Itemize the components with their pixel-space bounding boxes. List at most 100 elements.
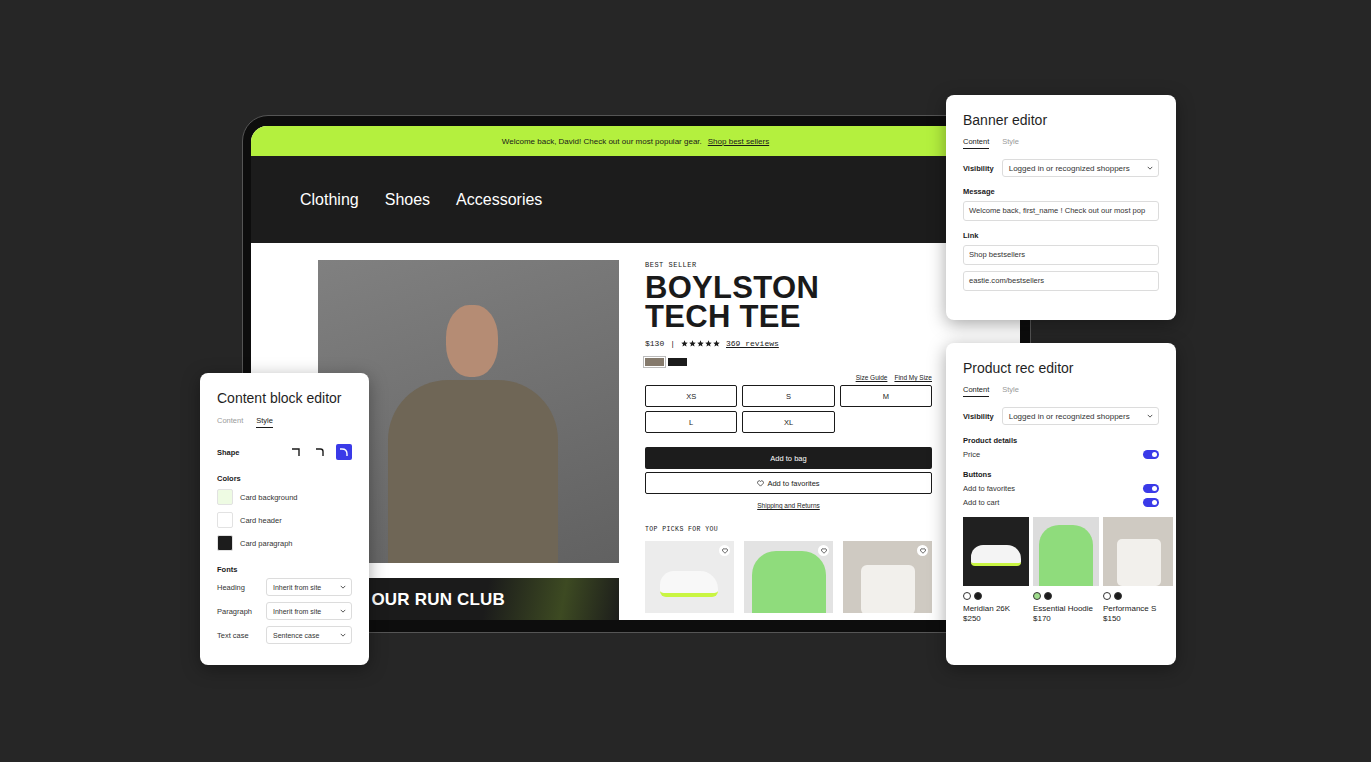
- link-field[interactable]: eastie.com/bestsellers: [963, 271, 1159, 291]
- nav-item[interactable]: Clothing: [300, 191, 359, 209]
- size-option[interactable]: S: [742, 385, 834, 407]
- color-swatch[interactable]: [645, 358, 664, 366]
- color-row[interactable]: Card background: [217, 489, 352, 505]
- swatch-dot[interactable]: [1114, 592, 1122, 600]
- shape-option[interactable]: [336, 444, 352, 460]
- tab[interactable]: Style: [1002, 385, 1019, 397]
- size-option[interactable]: XL: [742, 411, 834, 433]
- font-row: Heading Inherit from site: [217, 578, 352, 596]
- nav-item[interactable]: Accessories: [456, 191, 542, 209]
- product-title: BOYLSTON TECH TEE: [645, 273, 870, 331]
- font-select[interactable]: Inherit from site: [266, 578, 352, 596]
- colors-label: Colors: [217, 474, 352, 483]
- toggle-switch[interactable]: [1143, 498, 1159, 507]
- tabs: Content Style: [963, 137, 1159, 149]
- banner-editor: Banner editor Content Style Visibility Logge…: [946, 95, 1176, 320]
- favorite-button[interactable]: [818, 545, 829, 556]
- color-row[interactable]: Card header: [217, 512, 352, 528]
- panel-title: Banner editor: [963, 112, 1159, 129]
- favorite-button[interactable]: [719, 545, 730, 556]
- size-option[interactable]: M: [840, 385, 932, 407]
- corner-icon: [339, 447, 349, 457]
- add-to-bag-button[interactable]: Add to bag: [645, 447, 932, 469]
- banner-link[interactable]: Shop best sellers: [708, 137, 769, 146]
- add-to-favorites-button[interactable]: Add to favorites: [645, 472, 932, 494]
- toggle-group: Product detailsPrice: [963, 436, 1159, 459]
- visibility-row: Visibility Logged in or recognized shoppe…: [963, 159, 1159, 177]
- chevron-down-icon: [1147, 414, 1153, 418]
- color-box[interactable]: [217, 535, 233, 551]
- product-photo: [1033, 517, 1099, 586]
- best-seller-label: BEST SELLER: [645, 261, 932, 269]
- toggle-switch[interactable]: [1143, 484, 1159, 493]
- size-option[interactable]: XS: [645, 385, 737, 407]
- tab[interactable]: Content: [963, 385, 989, 397]
- size-option[interactable]: L: [645, 411, 737, 433]
- shape-option[interactable]: [288, 444, 304, 460]
- color-box[interactable]: [217, 512, 233, 528]
- font-row: ParagraphInherit from site: [217, 602, 352, 620]
- main-nav: Clothing Shoes Accessories: [251, 156, 1020, 243]
- pick-photo: [752, 551, 826, 613]
- favorite-button[interactable]: [917, 545, 928, 556]
- panel-title: Content block editor: [217, 390, 352, 407]
- font-select[interactable]: Inherit from site: [266, 602, 352, 620]
- tab[interactable]: Content: [963, 137, 989, 149]
- toggle-knob: [1152, 486, 1157, 491]
- product-shape: [1117, 539, 1161, 586]
- message-field[interactable]: Welcome back, first_name ! Check out our…: [963, 201, 1159, 221]
- color-box[interactable]: [217, 489, 233, 505]
- toggle-row: Price: [963, 450, 1159, 459]
- color-label: Card header: [240, 516, 282, 525]
- swatch-dot[interactable]: [1033, 592, 1041, 600]
- toggle-knob: [1152, 500, 1157, 505]
- star-icon: [689, 340, 696, 347]
- price: $130: [645, 339, 664, 348]
- star-icon: [681, 340, 688, 347]
- product-price: $150: [1103, 614, 1173, 623]
- product-card[interactable]: Meridian 26K$250: [963, 517, 1029, 623]
- toggle-switch[interactable]: [1143, 450, 1159, 459]
- product-details: BEST SELLERBOYLSTON TECH TEE$130|369 rev…: [645, 260, 932, 620]
- shape-row: Shape: [217, 444, 352, 460]
- tab[interactable]: Style: [1002, 137, 1019, 149]
- color-swatch[interactable]: [668, 358, 687, 366]
- font-select[interactable]: Sentence case: [266, 626, 352, 644]
- pick-card[interactable]: [744, 541, 833, 613]
- size-links: Size Guide Find My Size: [645, 374, 932, 381]
- nav-item[interactable]: Shoes: [385, 191, 430, 209]
- size-link[interactable]: Size Guide: [856, 374, 888, 381]
- size-link[interactable]: Find My Size: [894, 374, 932, 381]
- product-card[interactable]: Essential Hoodie$170: [1033, 517, 1099, 623]
- toggle-row: Add to favorites: [963, 484, 1159, 493]
- color-swatches: [645, 358, 932, 366]
- toggle-label: Add to favorites: [963, 484, 1015, 493]
- color-row[interactable]: Card paragraph: [217, 535, 352, 551]
- reviews-link[interactable]: 369 reviews: [726, 339, 779, 348]
- shipping-link[interactable]: Shipping and Returns: [645, 502, 932, 509]
- pick-card[interactable]: [645, 541, 734, 613]
- swatch-dot[interactable]: [1103, 592, 1111, 600]
- visibility-select[interactable]: Logged in or recognized shoppers: [1002, 407, 1159, 425]
- pick-card[interactable]: [843, 541, 932, 613]
- product-shape: [971, 545, 1021, 566]
- link-label: Link: [963, 231, 1159, 240]
- font-label: Heading: [217, 583, 245, 592]
- swatch-dot[interactable]: [974, 592, 982, 600]
- visibility-label: Visibility: [963, 412, 994, 421]
- visibility-label: Visibility: [963, 164, 994, 173]
- tab[interactable]: Style: [256, 416, 273, 428]
- link-field[interactable]: Shop bestsellers: [963, 245, 1159, 265]
- pick-photo: [660, 571, 718, 597]
- tab[interactable]: Content: [217, 416, 243, 428]
- star-icon: [697, 340, 704, 347]
- visibility-select[interactable]: Logged in or recognized shoppers: [1002, 159, 1159, 177]
- shape-option[interactable]: [312, 444, 328, 460]
- pick-photo: [861, 565, 915, 613]
- swatch-dot[interactable]: [963, 592, 971, 600]
- font-list: HeadingInherit from siteParagraphInherit…: [217, 578, 352, 644]
- swatch-dot[interactable]: [1044, 592, 1052, 600]
- heart-icon: [722, 548, 728, 554]
- product-card[interactable]: Performance S$150: [1103, 517, 1173, 623]
- select-value: Inherit from site: [273, 584, 321, 591]
